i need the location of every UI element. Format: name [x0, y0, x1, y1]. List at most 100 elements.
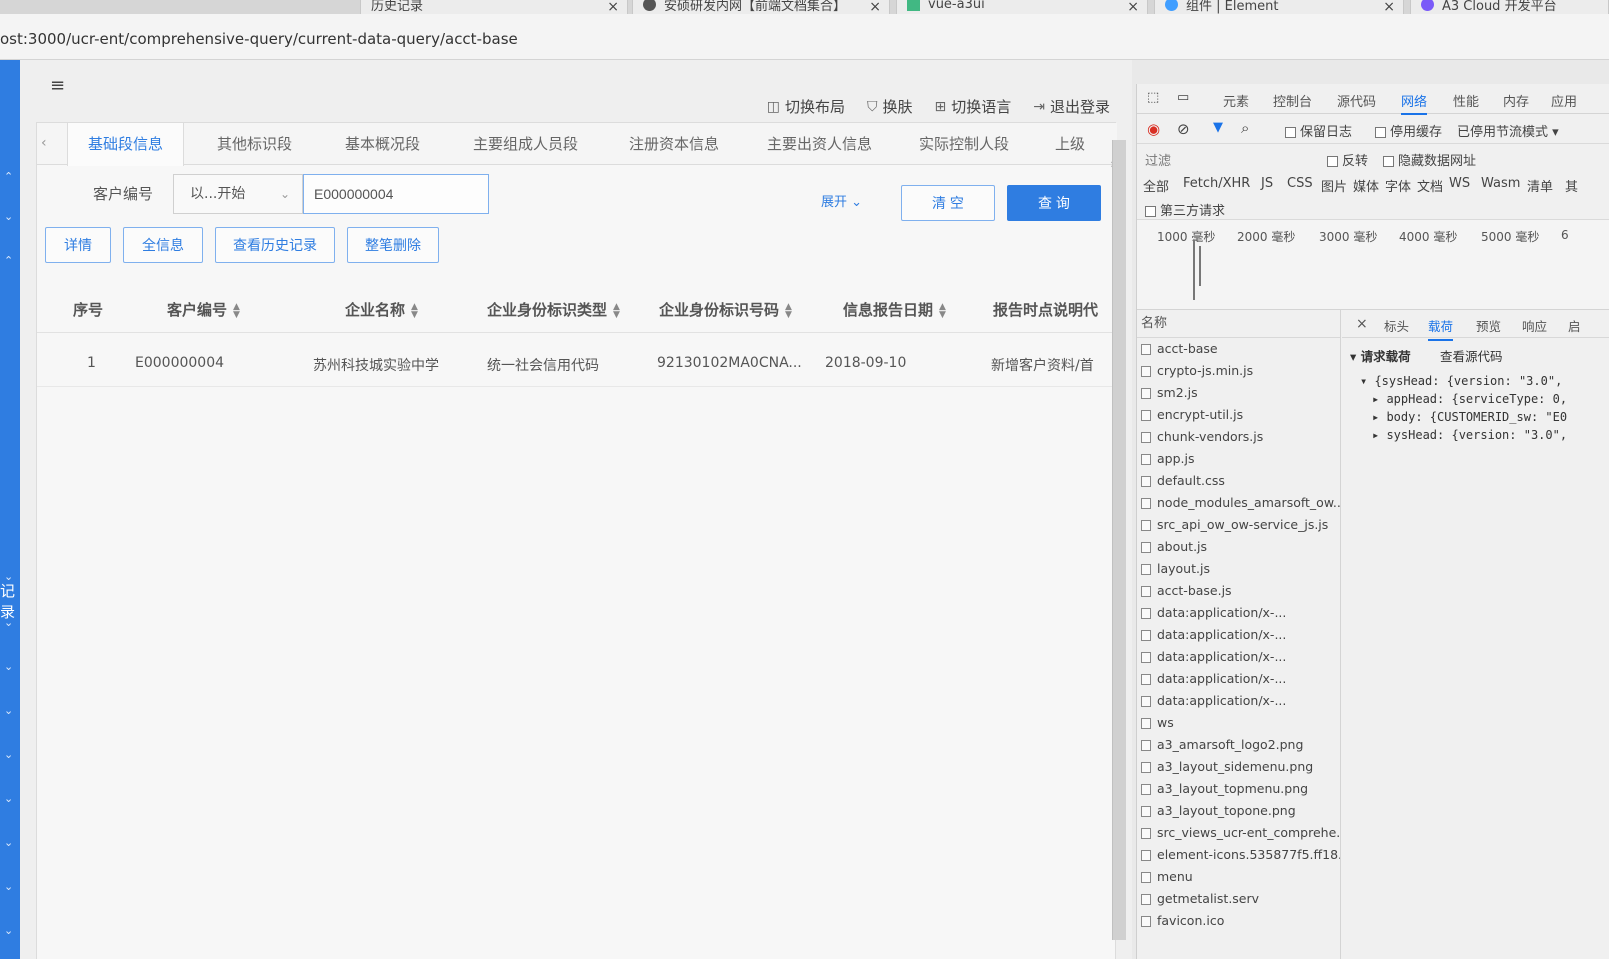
chevron-up-icon[interactable]: ⌃	[4, 170, 13, 183]
tab-members-segment[interactable]: 主要组成人员段	[473, 123, 578, 165]
clear-button[interactable]: 清 空	[901, 185, 995, 221]
request-item[interactable]: acct-base.js	[1137, 580, 1340, 602]
type-filter-font[interactable]: 字体	[1385, 176, 1411, 195]
detail-tab-headers[interactable]: 标头	[1384, 316, 1409, 335]
clear-log-icon[interactable]: ⊘	[1177, 120, 1190, 138]
search-icon[interactable]: ⌕	[1241, 119, 1249, 137]
invert-checkbox[interactable]: 反转	[1327, 150, 1368, 169]
request-item[interactable]: sm2.js	[1137, 382, 1340, 404]
payload-line[interactable]: ▸ appHead: {serviceType: 0,	[1372, 392, 1567, 406]
request-list-header[interactable]: 名称	[1137, 310, 1340, 338]
request-item[interactable]: node_modules_amarsoft_ow...	[1137, 492, 1340, 514]
detail-tab-payload[interactable]: 载荷	[1428, 316, 1454, 341]
close-icon[interactable]: ×	[1127, 0, 1139, 14]
filter-icon[interactable]: ▼	[1213, 120, 1223, 135]
payload-section-title[interactable]: ▾ 请求载荷	[1350, 346, 1411, 365]
detail-tab-preview[interactable]: 预览	[1476, 316, 1501, 335]
request-item[interactable]: ws	[1137, 712, 1340, 734]
third-party-checkbox[interactable]: 第三方请求	[1145, 200, 1225, 219]
request-item[interactable]: encrypt-util.js	[1137, 404, 1340, 426]
chevron-up-icon[interactable]: ⌃	[4, 254, 13, 267]
payload-line[interactable]: ▸ body: {CUSTOMERID_sw: "E0	[1372, 410, 1567, 424]
type-filter-wasm[interactable]: Wasm	[1481, 176, 1520, 191]
payload-line[interactable]: ▾ {sysHead: {version: "3.0",	[1360, 374, 1562, 388]
type-filter-xhr[interactable]: Fetch/XHR	[1183, 176, 1250, 191]
request-item[interactable]: element-icons.535877f5.ff18...	[1137, 844, 1340, 866]
type-filter-ws[interactable]: WS	[1449, 176, 1470, 191]
request-item[interactable]: default.css	[1137, 470, 1340, 492]
hide-data-urls-checkbox[interactable]: 隐藏数据网址	[1383, 150, 1476, 169]
request-item[interactable]: src_api_ow_ow-service_js.js	[1137, 514, 1340, 536]
table-row[interactable]: 1 E000000004 苏州科技城实验中学 统一社会信用代码 92130102…	[37, 337, 1117, 387]
close-icon[interactable]: ×	[869, 0, 881, 14]
tab-capital-info[interactable]: 注册资本信息	[629, 123, 719, 165]
type-filter-doc[interactable]: 文档	[1417, 176, 1443, 195]
request-item[interactable]: a3_amarsoft_logo2.png	[1137, 734, 1340, 756]
tab-controller-segment[interactable]: 实际控制人段	[919, 123, 1009, 165]
request-item[interactable]: app.js	[1137, 448, 1340, 470]
detail-tab-initiator[interactable]: 启	[1568, 316, 1581, 335]
browser-tab-vue[interactable]: vue-a3ui ×	[896, 0, 1148, 14]
type-filter-manifest[interactable]: 清单	[1527, 176, 1553, 195]
sort-icon[interactable]: ▲ ▼	[233, 302, 240, 319]
sort-icon[interactable]: ▲ ▼	[785, 302, 792, 319]
chevron-down-icon[interactable]: ⌄	[4, 836, 13, 849]
chevron-down-icon[interactable]: ⌄	[4, 616, 13, 629]
chevron-down-icon[interactable]: ⌄	[4, 880, 13, 893]
chevron-down-icon[interactable]: ⌄	[4, 924, 13, 937]
logout-button[interactable]: ⇥ 退出登录	[1033, 96, 1110, 117]
switch-language-button[interactable]: ⊞ 切换语言	[935, 96, 1012, 117]
delete-all-button[interactable]: 整笔删除	[347, 227, 439, 263]
type-filter-media[interactable]: 媒体	[1353, 176, 1379, 195]
query-button[interactable]: 查 询	[1007, 185, 1101, 221]
request-item[interactable]: about.js	[1137, 536, 1340, 558]
switch-layout-button[interactable]: ◫ 切换布局	[767, 96, 845, 117]
detail-tab-response[interactable]: 响应	[1522, 316, 1547, 335]
sort-icon[interactable]: ▲ ▼	[613, 302, 620, 319]
devtools-tab-performance[interactable]: 性能	[1453, 91, 1479, 110]
request-item[interactable]: a3_layout_topone.png	[1137, 800, 1340, 822]
customer-id-input[interactable]	[303, 174, 489, 214]
request-item[interactable]: crypto-js.min.js	[1137, 360, 1340, 382]
type-filter-other[interactable]: 其	[1565, 176, 1578, 195]
chevron-down-icon[interactable]: ⌄	[4, 570, 13, 583]
column-header-company-name[interactable]: 企业名称 ▲ ▼	[345, 299, 418, 320]
column-header-id-type[interactable]: 企业身份标识类型 ▲ ▼	[487, 299, 620, 320]
request-item[interactable]: getmetalist.serv	[1137, 888, 1340, 910]
column-header-id-number[interactable]: 企业身份标识号码 ▲ ▼	[659, 299, 792, 320]
close-icon[interactable]: ×	[1356, 316, 1368, 332]
chevron-down-icon[interactable]: ⌄	[4, 210, 13, 223]
devtools-tab-console[interactable]: 控制台	[1273, 91, 1312, 110]
type-filter-css[interactable]: CSS	[1287, 176, 1313, 191]
devtools-tab-memory[interactable]: 内存	[1503, 91, 1529, 110]
tab-investor-info[interactable]: 主要出资人信息	[767, 123, 872, 165]
device-toggle-icon[interactable]: ▭	[1177, 90, 1189, 105]
sort-icon[interactable]: ▲ ▼	[939, 302, 946, 319]
disable-cache-checkbox[interactable]: 停用缓存	[1375, 121, 1442, 140]
request-item[interactable]: a3_layout_topmenu.png	[1137, 778, 1340, 800]
browser-tab-history[interactable]: 历史记录 ×	[360, 0, 628, 14]
view-source-link[interactable]: 查看源代码	[1440, 346, 1503, 365]
close-icon[interactable]: ×	[1383, 0, 1395, 14]
devtools-tab-application[interactable]: 应用	[1551, 91, 1577, 110]
request-item[interactable]: layout.js	[1137, 558, 1340, 580]
column-header-customer-id[interactable]: 客户编号 ▲ ▼	[167, 299, 240, 320]
request-item[interactable]: data:application/x-...	[1137, 668, 1340, 690]
request-item[interactable]: data:application/x-...	[1137, 602, 1340, 624]
close-icon[interactable]: ×	[607, 0, 619, 14]
column-header-report-date[interactable]: 信息报告日期 ▲ ▼	[843, 299, 946, 320]
request-item[interactable]: menu	[1137, 866, 1340, 888]
throttle-select[interactable]: 已停用节流模式 ▾	[1457, 121, 1559, 140]
payload-line[interactable]: ▸ sysHead: {version: "3.0",	[1372, 428, 1567, 442]
full-info-button[interactable]: 全信息	[123, 227, 203, 263]
browser-tab-element[interactable]: 组件 | Element ×	[1154, 0, 1404, 14]
type-filter-all[interactable]: 全部	[1143, 176, 1169, 195]
browser-tab-docs[interactable]: 安硕研发内网【前端文档集合】 ×	[632, 0, 890, 14]
url-text[interactable]: ost:3000/ucr-ent/comprehensive-query/cur…	[0, 30, 518, 48]
tab-other-id-segment[interactable]: 其他标识段	[217, 123, 292, 165]
match-mode-select[interactable]: 以...开始 ⌄	[173, 174, 303, 214]
chevron-down-icon[interactable]: ⌄	[4, 792, 13, 805]
expand-link[interactable]: 展开 ⌄	[821, 191, 862, 210]
network-timeline[interactable]: 1000 毫秒 2000 毫秒 3000 毫秒 4000 毫秒 5000 毫秒 …	[1137, 220, 1609, 310]
chevron-down-icon[interactable]: ⌄	[4, 748, 13, 761]
